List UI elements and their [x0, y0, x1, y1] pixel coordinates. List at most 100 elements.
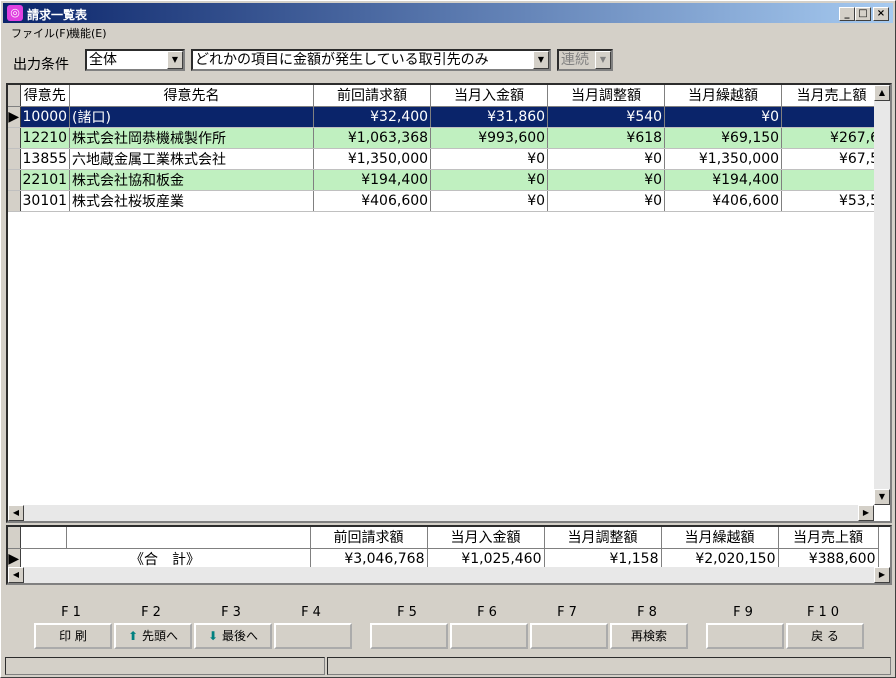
fkey-label-f5: F5: [397, 605, 421, 620]
cell-sales[interactable]: ¥267,6: [781, 127, 883, 149]
cell-carry[interactable]: ¥69,150: [664, 127, 783, 149]
f7-button[interactable]: [530, 623, 608, 649]
maximize-button[interactable]: □: [855, 7, 871, 21]
window-title: 請求一覧表: [27, 8, 88, 22]
cell-carry[interactable]: ¥0: [664, 106, 783, 128]
cell-name[interactable]: 株式会社岡恭機械製作所: [69, 127, 315, 149]
arrow-up-icon: ⬆: [128, 629, 139, 643]
table-row[interactable]: 12210 株式会社岡恭機械製作所 ¥1,063,368 ¥993,600 ¥6…: [8, 127, 883, 149]
cell-code[interactable]: 10000: [20, 106, 71, 128]
f6-button[interactable]: [450, 623, 528, 649]
arrow-down-icon: ⬇: [208, 629, 219, 643]
f4-button[interactable]: [274, 623, 352, 649]
row-indicator: [8, 148, 21, 170]
totals-header-paid: 当月入金額: [427, 527, 545, 549]
minimize-button[interactable]: _: [839, 7, 855, 21]
totals-header-prev: 前回請求額: [310, 527, 428, 549]
last-button[interactable]: ⬇ 最後へ: [194, 623, 272, 649]
col-header-prev[interactable]: 前回請求額: [313, 85, 432, 107]
cell-sales[interactable]: [781, 106, 883, 128]
cell-carry[interactable]: ¥194,400: [664, 169, 783, 191]
cell-name[interactable]: 株式会社協和板金: [69, 169, 315, 191]
col-header-carry[interactable]: 当月繰越額: [664, 85, 783, 107]
cell-paid[interactable]: ¥0: [430, 169, 549, 191]
totals-header-sales: 当月売上額: [778, 527, 879, 549]
col-header-adj[interactable]: 当月調整額: [547, 85, 666, 107]
row-indicator: [8, 169, 21, 191]
chevron-down-icon: ▼: [595, 51, 611, 69]
table-row[interactable]: 30101 株式会社桜坂産業 ¥406,600 ¥0 ¥0 ¥406,600 ¥…: [8, 190, 883, 212]
cell-paid[interactable]: ¥31,860: [430, 106, 549, 128]
cell-prev[interactable]: ¥1,350,000: [313, 148, 432, 170]
f9-button[interactable]: [706, 623, 784, 649]
scope-value: 全体: [89, 52, 117, 68]
scroll-left-icon[interactable]: ◀: [8, 567, 24, 583]
back-button[interactable]: 戻 る: [786, 623, 864, 649]
filter-value: どれかの項目に金額が発生している取引先のみ: [195, 52, 489, 68]
cell-prev[interactable]: ¥406,600: [313, 190, 432, 212]
print-button[interactable]: 印 刷: [34, 623, 112, 649]
cell-prev[interactable]: ¥32,400: [313, 106, 432, 128]
table-row[interactable]: ▶ 10000 (諸口) ¥32,400 ¥31,860 ¥540 ¥0: [8, 106, 883, 128]
chevron-down-icon[interactable]: ▼: [533, 51, 549, 69]
fkey-label-f2: F2: [141, 605, 165, 620]
cell-carry[interactable]: ¥1,350,000: [664, 148, 783, 170]
col-header-paid[interactable]: 当月入金額: [430, 85, 549, 107]
cell-prev[interactable]: ¥194,400: [313, 169, 432, 191]
print-button-label: 印 刷: [59, 629, 87, 643]
scope-select[interactable]: 全体 ▼: [85, 49, 185, 71]
cell-code[interactable]: 12210: [20, 127, 71, 149]
cell-code[interactable]: 30101: [20, 190, 71, 212]
vertical-scrollbar[interactable]: ▲ ▼: [874, 85, 890, 505]
totals-horizontal-scrollbar[interactable]: ◀ ▶: [8, 567, 890, 583]
scroll-right-icon[interactable]: ▶: [858, 505, 874, 521]
col-header-code[interactable]: 得意先: [20, 85, 71, 107]
cell-adj[interactable]: ¥618: [547, 127, 666, 149]
menu-function[interactable]: 機能(E): [69, 25, 107, 41]
cell-adj[interactable]: ¥540: [547, 106, 666, 128]
col-header-sales[interactable]: 当月売上額: [781, 85, 883, 107]
row-indicator-header: [8, 85, 21, 107]
cell-adj[interactable]: ¥0: [547, 169, 666, 191]
cell-paid[interactable]: ¥0: [430, 148, 549, 170]
status-panel-left: [5, 657, 325, 675]
cell-adj[interactable]: ¥0: [547, 190, 666, 212]
cell-prev[interactable]: ¥1,063,368: [313, 127, 432, 149]
total-carry: ¥2,020,150: [661, 548, 779, 570]
cell-sales[interactable]: ¥67,5: [781, 148, 883, 170]
horizontal-scrollbar[interactable]: ◀ ▶: [8, 505, 874, 521]
cell-code[interactable]: 22101: [20, 169, 71, 191]
scroll-right-icon[interactable]: ▶: [874, 567, 890, 583]
menu-bar: ファイル(F) 機能(E): [3, 23, 893, 41]
scroll-left-icon[interactable]: ◀: [8, 505, 24, 521]
research-button[interactable]: 再検索: [610, 623, 688, 649]
app-window: ◎ 請求一覧表 _ □ × ファイル(F) 機能(E) 出力条件 全体 ▼ どれ…: [0, 0, 896, 678]
fkey-label-f9: F9: [733, 605, 757, 620]
row-indicator: [8, 127, 21, 149]
first-button[interactable]: ⬆ 先頭へ: [114, 623, 192, 649]
f5-button[interactable]: [370, 623, 448, 649]
cell-name[interactable]: 株式会社桜坂産業: [69, 190, 315, 212]
col-header-name[interactable]: 得意先名: [69, 85, 315, 107]
filter-select[interactable]: どれかの項目に金額が発生している取引先のみ ▼: [191, 49, 551, 71]
invoice-grid[interactable]: 得意先 得意先名 前回請求額 当月入金額 当月調整額 当月繰越額 当月売上額 ▶…: [6, 83, 892, 523]
table-row[interactable]: 13855 六地蔵金属工業株式会社 ¥1,350,000 ¥0 ¥0 ¥1,35…: [8, 148, 883, 170]
cell-code[interactable]: 13855: [20, 148, 71, 170]
cell-paid[interactable]: ¥0: [430, 190, 549, 212]
scroll-up-icon[interactable]: ▲: [874, 85, 890, 101]
cell-name[interactable]: 六地蔵金属工業株式会社: [69, 148, 315, 170]
cell-paid[interactable]: ¥993,600: [430, 127, 549, 149]
back-button-label: 戻 る: [811, 629, 839, 643]
close-button[interactable]: ×: [873, 7, 889, 21]
scroll-down-icon[interactable]: ▼: [874, 489, 890, 505]
table-row[interactable]: 22101 株式会社協和板金 ¥194,400 ¥0 ¥0 ¥194,400: [8, 169, 883, 191]
cell-sales[interactable]: ¥53,5: [781, 190, 883, 212]
mode-value: 連続: [561, 52, 589, 68]
chevron-down-icon[interactable]: ▼: [167, 51, 183, 69]
menu-file[interactable]: ファイル(F): [11, 25, 70, 41]
cell-sales[interactable]: [781, 169, 883, 191]
cell-adj[interactable]: ¥0: [547, 148, 666, 170]
cell-carry[interactable]: ¥406,600: [664, 190, 783, 212]
status-panel-right: [327, 657, 891, 675]
cell-name[interactable]: (諸口): [69, 106, 315, 128]
